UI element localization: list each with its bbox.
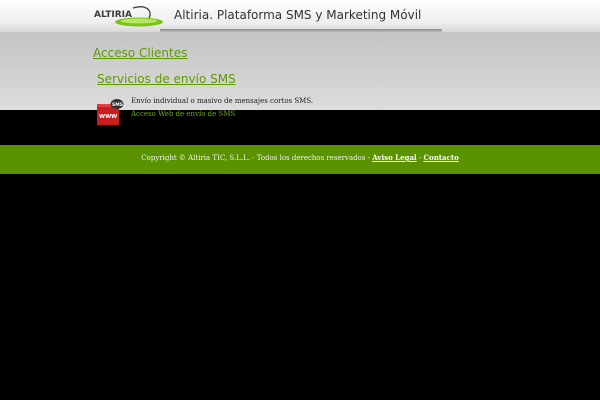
header-bar: ALTIRIA Altiria. Plataforma SMS y Market… [0, 0, 600, 34]
www-label: WWW [99, 114, 117, 120]
page: ALTIRIA Altiria. Plataforma SMS y Market… [0, 0, 600, 400]
clients-access-link[interactable]: Acceso Clientes [93, 46, 187, 60]
footer-text: Copyright © Altiria TIC, S.L.L. - Todos … [0, 153, 600, 162]
footer-bar: Copyright © Altiria TIC, S.L.L. - Todos … [0, 145, 600, 174]
altiria-logo[interactable]: ALTIRIA [93, 4, 165, 28]
web-sms-access-link[interactable]: Acceso Web de envío de SMS [131, 110, 235, 118]
sms-badge-label: SMS [112, 102, 123, 108]
sms-services-link[interactable]: Servicios de envío SMS [97, 72, 236, 86]
legal-notice-link[interactable]: Aviso Legal [372, 153, 416, 162]
copyright-text: Copyright © Altiria TIC, S.L.L. - Todos … [141, 154, 373, 162]
logo-wordmark: ALTIRIA [94, 10, 132, 20]
sms-www-icon: WWW SMS [96, 98, 124, 126]
page-title: Altiria. Plataforma SMS y Marketing Móvi… [174, 8, 422, 22]
sms-service-description: Envío individual o masivo de mensajes co… [131, 97, 314, 105]
contact-link[interactable]: Contacto [423, 153, 458, 162]
